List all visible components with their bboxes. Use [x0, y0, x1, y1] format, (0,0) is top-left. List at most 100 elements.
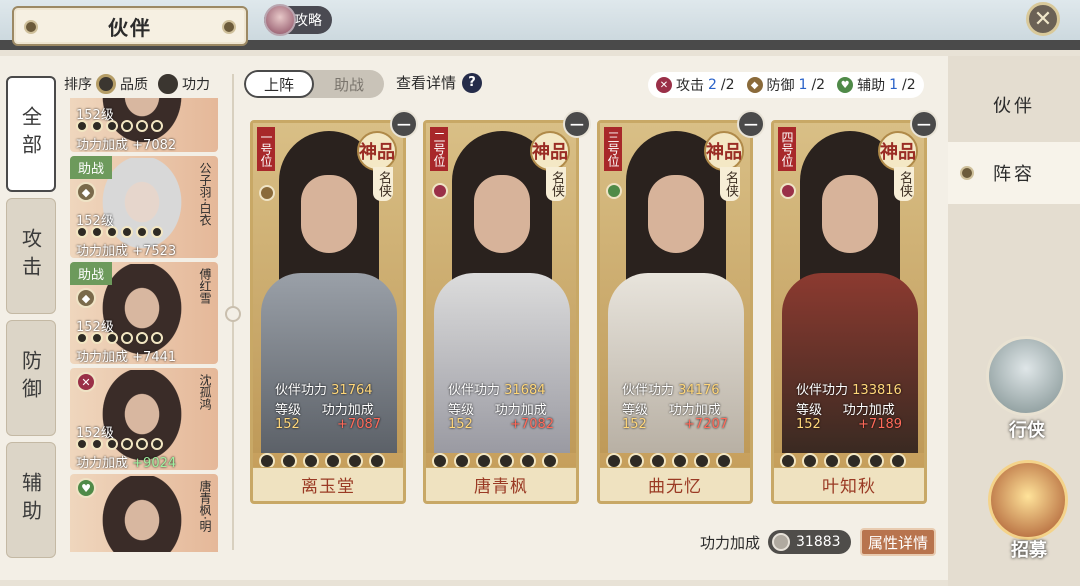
minus-icon[interactable]: − — [390, 110, 418, 138]
view-details-link[interactable]: 查看详情 ? — [396, 72, 483, 93]
sort-power-radio[interactable] — [158, 74, 178, 94]
power-bonus-bar: 功力加成 31883 — [700, 530, 851, 554]
lineup-card-2[interactable]: 二号位 神品 名侠 伙伴功力 31684 等级 功力加成 152 +7082 唐… — [423, 120, 579, 504]
shield-icon — [259, 185, 275, 201]
tab-defense[interactable]: 防御 — [6, 320, 56, 436]
recruit-cards-icon — [988, 460, 1068, 540]
partner-name: 公子羽·白衣 — [198, 162, 212, 226]
selected-dot-icon — [960, 166, 974, 180]
attack-icon: ✕ — [656, 77, 672, 93]
support-role-icon: ♥ — [76, 478, 96, 498]
view-details-label: 查看详情 — [396, 74, 457, 92]
ornament-left-icon — [24, 20, 38, 34]
shield-icon: ◆ — [746, 77, 763, 93]
sort-label: 排序 — [64, 77, 92, 93]
partner-name: 傅红雪 — [198, 268, 212, 304]
list-item[interactable]: 助战 ◆ 公子羽·白衣 152级 功力加成 +7523 — [70, 156, 218, 258]
tab-support[interactable]: 辅助 — [6, 442, 56, 558]
partner-stars — [76, 120, 163, 132]
lineup-card-4[interactable]: 四号位 神品 名侠 伙伴功力 133816 等级 功力加成 152 +7189 … — [771, 120, 927, 504]
list-item[interactable]: 152级 功力加成 +7082 — [70, 98, 218, 152]
heart-icon: ♥ — [837, 77, 854, 93]
slot-summary: ✕ 攻击 2/2 ◆ 防御 1/2 ♥ 辅助 1/2 — [648, 72, 924, 98]
tab-on-field[interactable]: 上阵 — [244, 70, 314, 98]
title-plate: 伙伴 — [12, 6, 248, 46]
minus-icon[interactable]: − — [737, 110, 765, 138]
partner-stars — [76, 226, 163, 238]
hero-name: 唐青枫 — [426, 467, 576, 501]
sort-quality-radio[interactable] — [96, 74, 116, 94]
help-icon[interactable]: ? — [462, 72, 483, 93]
list-item[interactable]: 助战 ◆ 傅红雪 152级 功力加成 +7441 — [70, 262, 218, 364]
ornament-right-icon — [222, 20, 236, 34]
partner-power: 功力加成 +7441 — [76, 350, 177, 364]
tab-all[interactable]: 全部 — [6, 76, 56, 192]
grade-badge: 神品 — [704, 131, 744, 171]
slot-support: ♥ 辅助 1/2 — [837, 75, 916, 95]
defense-role-icon: ◆ — [76, 182, 96, 202]
close-icon: ✕ — [1033, 6, 1053, 32]
nav-lineup[interactable]: 阵容 — [948, 142, 1080, 204]
position-tag: 二号位 — [430, 127, 448, 171]
remove-button-1[interactable]: − — [390, 110, 418, 138]
hero-name: 离玉堂 — [253, 467, 403, 501]
partner-portrait — [96, 476, 188, 552]
strategy-label: 攻略 — [294, 13, 322, 29]
strategy-avatar-icon — [264, 4, 296, 36]
rank-tag: 名侠 — [720, 167, 740, 201]
grade-badge: 神品 — [878, 131, 918, 171]
power-bonus-label: 功力加成 — [700, 533, 761, 552]
partner-power: 功力加成 +7082 — [76, 138, 177, 152]
minus-icon[interactable]: − — [910, 110, 938, 138]
strategy-button[interactable]: 攻略 — [264, 4, 332, 36]
partner-name: 沈孤鸿 — [198, 374, 212, 410]
assist-badge: 助战 — [70, 156, 113, 179]
position-tag: 一号位 — [257, 127, 275, 171]
attack-icon — [780, 183, 796, 199]
slot-defense: ◆ 防御 1/2 — [746, 75, 825, 95]
position-tag: 三号位 — [604, 127, 622, 171]
sort-bar: 排序 品质 功力 — [64, 74, 210, 94]
travel-label: 行侠 — [1009, 420, 1045, 441]
horse-rider-icon — [986, 336, 1066, 416]
partner-stars — [76, 438, 163, 450]
attack-role-icon: ✕ — [76, 372, 96, 392]
list-item[interactable]: ♥ 唐青枫·明 — [70, 474, 218, 552]
rank-tag: 名侠 — [546, 167, 566, 201]
defense-role-icon: ◆ — [76, 288, 96, 308]
sort-power-label[interactable]: 功力 — [182, 74, 210, 94]
power-icon — [772, 533, 791, 551]
lineup-card-1[interactable]: 一号位 神品 名侠 伙伴功力 31764 等级 功力加成 152 +7087 离… — [250, 120, 406, 504]
nav-partners[interactable]: 伙伴 — [948, 74, 1080, 136]
list-item[interactable]: ✕ 沈孤鸿 152级 功力加成 +9024 — [70, 368, 218, 470]
recruit-button[interactable]: 招募 — [986, 452, 1072, 562]
partner-list[interactable]: 152级 功力加成 +7082 助战 ◆ 公子羽·白衣 152级 功力加成 +7… — [70, 98, 220, 552]
heart-icon — [606, 183, 622, 199]
partner-stars — [76, 332, 163, 344]
position-tag: 四号位 — [778, 127, 796, 171]
page-title: 伙伴 — [108, 15, 152, 40]
assist-badge: 助战 — [70, 262, 113, 285]
partner-name: 唐青枫·明 — [198, 480, 212, 532]
sort-quality-label[interactable]: 品质 — [120, 74, 148, 94]
hero-name: 叶知秋 — [774, 467, 924, 501]
power-bonus-value: 31883 — [768, 530, 851, 554]
partner-power: 功力加成 +7523 — [76, 244, 177, 258]
recruit-label: 招募 — [1011, 540, 1047, 561]
divider-knob-icon — [225, 306, 241, 322]
minus-icon[interactable]: − — [563, 110, 591, 138]
lineup-card-3[interactable]: 三号位 神品 名侠 伙伴功力 34176 等级 功力加成 152 +7207 曲… — [597, 120, 753, 504]
rank-tag: 名侠 — [373, 167, 393, 201]
lineup-tabs: 上阵 助战 — [244, 70, 384, 98]
travel-button[interactable]: 行侠 — [984, 336, 1070, 441]
tab-attack[interactable]: 攻击 — [6, 198, 56, 314]
tab-assist[interactable]: 助战 — [314, 70, 384, 98]
rank-tag: 名侠 — [894, 167, 914, 201]
attack-icon — [432, 183, 448, 199]
slot-attack: ✕ 攻击 2/2 — [656, 75, 735, 95]
attribute-details-button[interactable]: 属性详情 — [860, 528, 936, 556]
partner-power: 功力加成 +9024 — [76, 456, 177, 470]
grade-badge: 神品 — [530, 131, 570, 171]
close-button[interactable]: ✕ — [1026, 2, 1060, 36]
hero-name: 曲无忆 — [600, 467, 750, 501]
